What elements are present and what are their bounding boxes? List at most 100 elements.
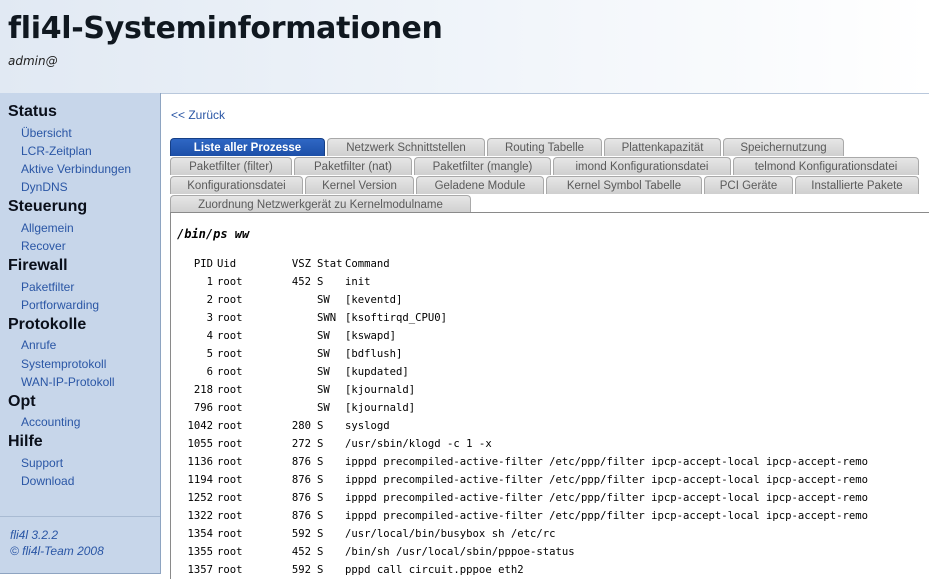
- vsz-cell: 272: [291, 438, 311, 450]
- tab-imond-konfigurationsdatei[interactable]: imond Konfigurationsdatei: [553, 157, 731, 175]
- tab-telmond-konfigurationsdatei[interactable]: telmond Konfigurationsdatei: [733, 157, 919, 175]
- uid-cell: root: [217, 330, 243, 342]
- table-header-row: PID Uid VSZ Stat Command: [181, 255, 868, 273]
- uid-cell: root: [217, 312, 243, 324]
- vsz-cell: 876: [291, 456, 311, 468]
- tab-speichernutzung[interactable]: Speichernutzung: [723, 138, 844, 156]
- uid-cell: root: [217, 474, 243, 486]
- command-cell: ipppd precompiled-active-filter /etc/ppp…: [345, 492, 868, 504]
- sidebar-item-lcr-zeitplan[interactable]: LCR-Zeitplan: [21, 144, 92, 158]
- uid-cell: root: [217, 402, 243, 414]
- tab-konfigurationsdatei[interactable]: Konfigurationsdatei: [170, 176, 303, 194]
- pid-cell: 6: [206, 366, 213, 378]
- command-cell: [bdflush]: [345, 348, 403, 360]
- sidebar-item-recover[interactable]: Recover: [21, 239, 66, 253]
- stat-cell: S: [317, 438, 324, 450]
- column-header-vsz: VSZ: [291, 258, 311, 270]
- sidebar-item-anrufe[interactable]: Anrufe: [21, 338, 56, 352]
- table-row: 5 root SW [bdflush]: [181, 345, 868, 363]
- column-header-stat: Stat: [317, 258, 343, 270]
- stat-cell: S: [317, 276, 324, 288]
- sidebar-item-wan-ip-protokoll[interactable]: WAN-IP-Protokoll: [21, 375, 115, 389]
- pid-cell: 1354: [187, 528, 213, 540]
- page-title: fli4l-Systeminformationen: [8, 11, 443, 46]
- table-row: 1055 root 272 S/usr/sbin/klogd -c 1 -x: [181, 435, 868, 453]
- table-row: 4 root SW [kswapd]: [181, 327, 868, 345]
- vsz-cell: 876: [291, 474, 311, 486]
- table-row: 1 root 452 Sinit: [181, 273, 868, 291]
- table-row: 3 root SWN [ksoftirqd_CPU0]: [181, 309, 868, 327]
- stat-cell: SW: [317, 402, 330, 414]
- sidebar-item-systemprotokoll[interactable]: Systemprotokoll: [21, 357, 106, 371]
- column-header-command: Command: [345, 258, 390, 270]
- uid-cell: root: [217, 384, 243, 396]
- table-row: 1252 root 876 Sipppd precompiled-active-fil…: [181, 489, 868, 507]
- table-row: 1136 root 876 Sipppd precompiled-active-fil…: [181, 453, 868, 471]
- command-cell: pppd call circuit.pppoe eth2: [345, 564, 524, 576]
- stat-cell: S: [317, 474, 324, 486]
- uid-cell: root: [217, 420, 243, 432]
- pid-cell: 1055: [187, 438, 213, 450]
- logged-in-user: admin@: [8, 54, 58, 68]
- vsz-cell: 452: [291, 546, 311, 558]
- sidebar-section-steuerung: Steuerung: [8, 198, 88, 215]
- stat-cell: S: [317, 492, 324, 504]
- pid-cell: 3: [206, 312, 213, 324]
- tab-liste-aller-prozesse[interactable]: Liste aller Prozesse: [170, 138, 325, 156]
- command-cell: /usr/sbin/klogd -c 1 -x: [345, 438, 492, 450]
- table-row: 2 root SW [keventd]: [181, 291, 868, 309]
- sidebar-item-paketfilter[interactable]: Paketfilter: [21, 280, 74, 294]
- sidebar-section-hilfe: Hilfe: [8, 433, 43, 450]
- command-cell: [ksoftirqd_CPU0]: [345, 312, 448, 324]
- tab-installierte-pakete[interactable]: Installierte Pakete: [795, 176, 919, 194]
- command-cell: syslogd: [345, 420, 390, 432]
- sidebar-item-support[interactable]: Support: [21, 456, 63, 470]
- sidebar-item-portforwarding[interactable]: Portforwarding: [21, 298, 99, 312]
- pid-cell: 1: [206, 276, 213, 288]
- tab-kernel-symbol-tabelle[interactable]: Kernel Symbol Tabelle: [546, 176, 702, 194]
- table-row: 218 root SW [kjournald]: [181, 381, 868, 399]
- stat-cell: S: [317, 420, 324, 432]
- sidebar-item-accounting[interactable]: Accounting: [21, 415, 80, 429]
- tab-netzwerk-schnittstellen[interactable]: Netzwerk Schnittstellen: [327, 138, 485, 156]
- stat-cell: SW: [317, 348, 330, 360]
- uid-cell: root: [217, 492, 243, 504]
- table-row: 1042 root 280 Ssyslogd: [181, 417, 868, 435]
- command-cell: /bin/sh /usr/local/sbin/pppoe-status: [345, 546, 575, 558]
- tab-zuordnung-netzwerkgeraet[interactable]: Zuordnung Netzwerkgerät zu Kernelmodulna…: [170, 195, 471, 213]
- sidebar-item-download[interactable]: Download: [21, 474, 74, 488]
- tab-pci-geraete[interactable]: PCI Geräte: [704, 176, 793, 194]
- tab-paketfilter-filter[interactable]: Paketfilter (filter): [170, 157, 292, 175]
- table-row: 6 root SW [kupdated]: [181, 363, 868, 381]
- command-cell: [kupdated]: [345, 366, 409, 378]
- sidebar-item-allgemein[interactable]: Allgemein: [21, 221, 74, 235]
- sidebar-item-uebersicht[interactable]: Übersicht: [21, 126, 72, 140]
- stat-cell: SW: [317, 330, 330, 342]
- uid-cell: root: [217, 294, 243, 306]
- command-heading: /bin/ps ww: [177, 227, 250, 241]
- back-link[interactable]: << Zurück: [171, 108, 225, 122]
- sidebar-section-status: Status: [8, 103, 57, 120]
- pid-cell: 218: [193, 384, 213, 396]
- tab-plattenkapazitaet[interactable]: Plattenkapazität: [604, 138, 721, 156]
- sidebar-item-dyndns[interactable]: DynDNS: [21, 180, 68, 194]
- vsz-cell: 452: [291, 276, 311, 288]
- tab-kernel-version[interactable]: Kernel Version: [305, 176, 414, 194]
- sidebar-section-opt: Opt: [8, 393, 36, 410]
- stat-cell: SW: [317, 294, 330, 306]
- command-cell: [kjournald]: [345, 384, 416, 396]
- uid-cell: root: [217, 456, 243, 468]
- sidebar-divider: [0, 516, 160, 517]
- stat-cell: S: [317, 456, 324, 468]
- command-cell: init: [345, 276, 371, 288]
- stat-cell: S: [317, 510, 324, 522]
- tab-routing-tabelle[interactable]: Routing Tabelle: [487, 138, 602, 156]
- table-row: 1355 root 452 S/bin/sh /usr/local/sbin/pppo…: [181, 543, 868, 561]
- sidebar-item-aktive-verbindungen[interactable]: Aktive Verbindungen: [21, 162, 131, 176]
- tab-paketfilter-mangle[interactable]: Paketfilter (mangle): [414, 157, 551, 175]
- tab-paketfilter-nat[interactable]: Paketfilter (nat): [294, 157, 412, 175]
- command-cell: [kjournald]: [345, 402, 416, 414]
- pid-cell: 1355: [187, 546, 213, 558]
- tab-geladene-module[interactable]: Geladene Module: [416, 176, 544, 194]
- uid-cell: root: [217, 366, 243, 378]
